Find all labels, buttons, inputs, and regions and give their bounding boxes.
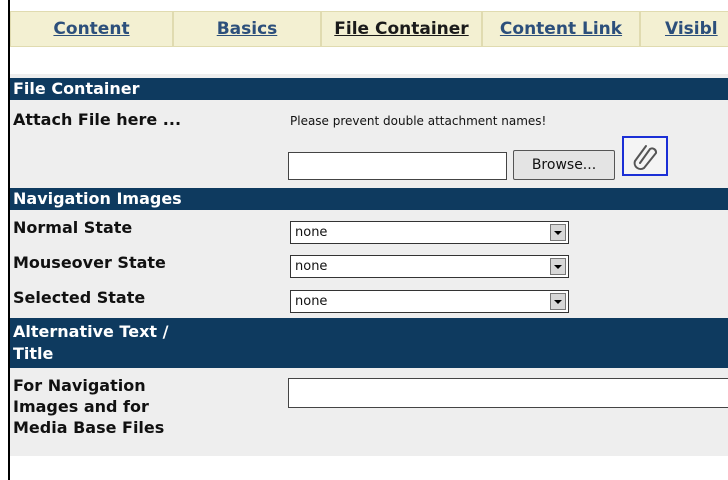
alt-text-label: For Navigation Images and for Media Base… <box>13 375 164 438</box>
tab-file-container[interactable]: File Container <box>321 11 482 47</box>
mouseover-state-label: Mouseover State <box>13 253 166 272</box>
normal-state-select[interactable]: none <box>290 221 569 244</box>
tab-content-link[interactable]: Content Link <box>482 11 640 47</box>
browse-button-label: Browse... <box>531 157 597 173</box>
tab-bar: Content Basics File Container Content Li… <box>10 11 728 47</box>
alt-text-label-line2: Images and for <box>13 397 149 416</box>
alt-text-label-line1: For Navigation <box>13 376 146 395</box>
tab-basics-label: Basics <box>216 19 278 39</box>
attachment-hint: Please prevent double attachment names! <box>290 114 547 128</box>
tab-content-label: Content <box>53 19 130 39</box>
normal-state-label: Normal State <box>13 218 133 237</box>
mouseover-state-value: none <box>295 259 328 274</box>
dropdown-arrow-icon[interactable] <box>550 224 566 241</box>
alt-text-label-line3: Media Base Files <box>13 418 165 437</box>
dropdown-arrow-icon[interactable] <box>550 258 566 275</box>
file-container-header: File Container <box>10 78 728 100</box>
selected-state-label: Selected State <box>13 288 146 307</box>
dropdown-arrow-icon[interactable] <box>550 293 566 310</box>
editor-frame: Content Basics File Container Content Li… <box>8 0 728 480</box>
paperclip-icon <box>633 145 658 171</box>
alternative-text-header-line1: Alternative Text / <box>13 322 169 341</box>
tab-visibility-label: Visibl <box>665 19 718 39</box>
tab-content-link-label: Content Link <box>499 19 623 39</box>
normal-state-value: none <box>295 225 328 240</box>
attach-file-label: Attach File here ... <box>13 110 182 129</box>
tab-file-container-label: File Container <box>334 19 469 39</box>
tab-content[interactable]: Content <box>10 11 173 47</box>
selected-state-select[interactable]: none <box>290 290 569 313</box>
alternative-text-header: Alternative Text / Title <box>10 318 728 368</box>
alt-text-input[interactable] <box>288 378 728 408</box>
alternative-text-header-line2: Title <box>13 344 54 363</box>
tab-visibility[interactable]: Visibl <box>640 11 728 47</box>
navigation-images-header: Navigation Images <box>10 188 728 210</box>
selected-state-value: none <box>295 294 328 309</box>
tab-basics[interactable]: Basics <box>173 11 321 47</box>
attach-button[interactable] <box>622 136 668 176</box>
file-path-input[interactable] <box>288 152 507 180</box>
browse-button[interactable]: Browse... <box>513 150 615 180</box>
mouseover-state-select[interactable]: none <box>290 255 569 278</box>
